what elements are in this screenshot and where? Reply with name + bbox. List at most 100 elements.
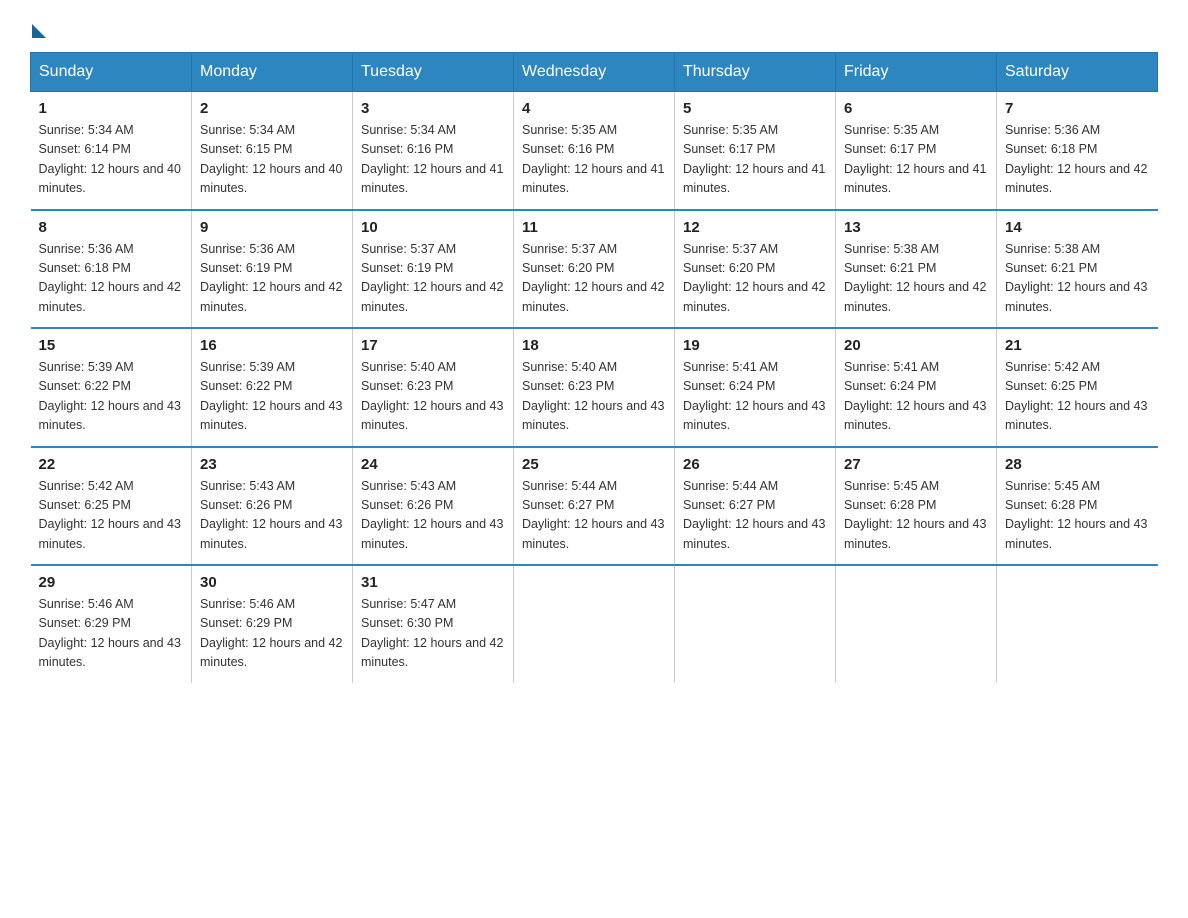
day-number: 3 [361,100,505,117]
calendar-week-4: 29 Sunrise: 5:46 AM Sunset: 6:29 PM Dayl… [31,565,1158,683]
header-row: SundayMondayTuesdayWednesdayThursdayFrid… [31,53,1158,92]
day-info: Sunrise: 5:44 AM Sunset: 6:27 PM Dayligh… [522,477,666,555]
calendar-cell: 21 Sunrise: 5:42 AM Sunset: 6:25 PM Dayl… [997,328,1158,447]
day-info: Sunrise: 5:37 AM Sunset: 6:20 PM Dayligh… [522,240,666,318]
day-info: Sunrise: 5:43 AM Sunset: 6:26 PM Dayligh… [361,477,505,555]
calendar-body: 1 Sunrise: 5:34 AM Sunset: 6:14 PM Dayli… [31,92,1158,683]
day-number: 26 [683,456,827,473]
day-info: Sunrise: 5:34 AM Sunset: 6:16 PM Dayligh… [361,121,505,199]
day-info: Sunrise: 5:40 AM Sunset: 6:23 PM Dayligh… [522,358,666,436]
calendar-cell: 9 Sunrise: 5:36 AM Sunset: 6:19 PM Dayli… [192,210,353,329]
calendar-cell: 12 Sunrise: 5:37 AM Sunset: 6:20 PM Dayl… [675,210,836,329]
calendar-week-3: 22 Sunrise: 5:42 AM Sunset: 6:25 PM Dayl… [31,447,1158,566]
calendar-cell: 10 Sunrise: 5:37 AM Sunset: 6:19 PM Dayl… [353,210,514,329]
day-info: Sunrise: 5:37 AM Sunset: 6:20 PM Dayligh… [683,240,827,318]
logo-arrow-icon [32,24,46,38]
calendar-cell: 31 Sunrise: 5:47 AM Sunset: 6:30 PM Dayl… [353,565,514,683]
day-info: Sunrise: 5:45 AM Sunset: 6:28 PM Dayligh… [844,477,988,555]
header-day-sunday: Sunday [31,53,192,92]
calendar-table: SundayMondayTuesdayWednesdayThursdayFrid… [30,52,1158,683]
calendar-cell: 14 Sunrise: 5:38 AM Sunset: 6:21 PM Dayl… [997,210,1158,329]
day-number: 6 [844,100,988,117]
day-number: 13 [844,219,988,236]
day-info: Sunrise: 5:38 AM Sunset: 6:21 PM Dayligh… [1005,240,1150,318]
calendar-cell: 6 Sunrise: 5:35 AM Sunset: 6:17 PM Dayli… [836,92,997,210]
calendar-cell: 23 Sunrise: 5:43 AM Sunset: 6:26 PM Dayl… [192,447,353,566]
calendar-cell: 19 Sunrise: 5:41 AM Sunset: 6:24 PM Dayl… [675,328,836,447]
day-info: Sunrise: 5:35 AM Sunset: 6:17 PM Dayligh… [683,121,827,199]
day-info: Sunrise: 5:34 AM Sunset: 6:14 PM Dayligh… [39,121,184,199]
calendar-week-0: 1 Sunrise: 5:34 AM Sunset: 6:14 PM Dayli… [31,92,1158,210]
day-info: Sunrise: 5:39 AM Sunset: 6:22 PM Dayligh… [200,358,344,436]
day-number: 14 [1005,219,1150,236]
header-day-friday: Friday [836,53,997,92]
day-info: Sunrise: 5:43 AM Sunset: 6:26 PM Dayligh… [200,477,344,555]
calendar-cell: 27 Sunrise: 5:45 AM Sunset: 6:28 PM Dayl… [836,447,997,566]
day-info: Sunrise: 5:34 AM Sunset: 6:15 PM Dayligh… [200,121,344,199]
day-info: Sunrise: 5:42 AM Sunset: 6:25 PM Dayligh… [1005,358,1150,436]
calendar-cell: 24 Sunrise: 5:43 AM Sunset: 6:26 PM Dayl… [353,447,514,566]
calendar-cell: 3 Sunrise: 5:34 AM Sunset: 6:16 PM Dayli… [353,92,514,210]
calendar-cell: 28 Sunrise: 5:45 AM Sunset: 6:28 PM Dayl… [997,447,1158,566]
day-info: Sunrise: 5:39 AM Sunset: 6:22 PM Dayligh… [39,358,184,436]
calendar-cell: 8 Sunrise: 5:36 AM Sunset: 6:18 PM Dayli… [31,210,192,329]
calendar-cell: 11 Sunrise: 5:37 AM Sunset: 6:20 PM Dayl… [514,210,675,329]
day-number: 22 [39,456,184,473]
calendar-cell: 18 Sunrise: 5:40 AM Sunset: 6:23 PM Dayl… [514,328,675,447]
day-number: 27 [844,456,988,473]
calendar-header: SundayMondayTuesdayWednesdayThursdayFrid… [31,53,1158,92]
calendar-week-1: 8 Sunrise: 5:36 AM Sunset: 6:18 PM Dayli… [31,210,1158,329]
day-info: Sunrise: 5:35 AM Sunset: 6:17 PM Dayligh… [844,121,988,199]
day-number: 24 [361,456,505,473]
day-number: 17 [361,337,505,354]
day-number: 31 [361,574,505,591]
calendar-week-2: 15 Sunrise: 5:39 AM Sunset: 6:22 PM Dayl… [31,328,1158,447]
page-header [30,20,1158,34]
day-number: 2 [200,100,344,117]
day-info: Sunrise: 5:42 AM Sunset: 6:25 PM Dayligh… [39,477,184,555]
calendar-cell: 29 Sunrise: 5:46 AM Sunset: 6:29 PM Dayl… [31,565,192,683]
day-number: 18 [522,337,666,354]
day-info: Sunrise: 5:45 AM Sunset: 6:28 PM Dayligh… [1005,477,1150,555]
logo [30,20,46,34]
day-number: 21 [1005,337,1150,354]
calendar-cell [836,565,997,683]
calendar-cell: 15 Sunrise: 5:39 AM Sunset: 6:22 PM Dayl… [31,328,192,447]
calendar-cell: 1 Sunrise: 5:34 AM Sunset: 6:14 PM Dayli… [31,92,192,210]
day-info: Sunrise: 5:35 AM Sunset: 6:16 PM Dayligh… [522,121,666,199]
day-number: 8 [39,219,184,236]
day-info: Sunrise: 5:36 AM Sunset: 6:18 PM Dayligh… [39,240,184,318]
calendar-cell: 2 Sunrise: 5:34 AM Sunset: 6:15 PM Dayli… [192,92,353,210]
day-info: Sunrise: 5:46 AM Sunset: 6:29 PM Dayligh… [39,595,184,673]
calendar-cell: 13 Sunrise: 5:38 AM Sunset: 6:21 PM Dayl… [836,210,997,329]
day-number: 25 [522,456,666,473]
calendar-cell: 4 Sunrise: 5:35 AM Sunset: 6:16 PM Dayli… [514,92,675,210]
calendar-cell: 16 Sunrise: 5:39 AM Sunset: 6:22 PM Dayl… [192,328,353,447]
day-info: Sunrise: 5:41 AM Sunset: 6:24 PM Dayligh… [844,358,988,436]
header-day-wednesday: Wednesday [514,53,675,92]
day-number: 1 [39,100,184,117]
day-info: Sunrise: 5:44 AM Sunset: 6:27 PM Dayligh… [683,477,827,555]
calendar-cell: 26 Sunrise: 5:44 AM Sunset: 6:27 PM Dayl… [675,447,836,566]
calendar-cell: 20 Sunrise: 5:41 AM Sunset: 6:24 PM Dayl… [836,328,997,447]
calendar-cell [997,565,1158,683]
day-number: 19 [683,337,827,354]
calendar-cell: 30 Sunrise: 5:46 AM Sunset: 6:29 PM Dayl… [192,565,353,683]
day-info: Sunrise: 5:46 AM Sunset: 6:29 PM Dayligh… [200,595,344,673]
header-day-monday: Monday [192,53,353,92]
day-info: Sunrise: 5:47 AM Sunset: 6:30 PM Dayligh… [361,595,505,673]
day-number: 9 [200,219,344,236]
calendar-cell [514,565,675,683]
day-number: 20 [844,337,988,354]
calendar-cell: 22 Sunrise: 5:42 AM Sunset: 6:25 PM Dayl… [31,447,192,566]
header-day-tuesday: Tuesday [353,53,514,92]
calendar-cell: 5 Sunrise: 5:35 AM Sunset: 6:17 PM Dayli… [675,92,836,210]
calendar-cell [675,565,836,683]
day-info: Sunrise: 5:38 AM Sunset: 6:21 PM Dayligh… [844,240,988,318]
day-info: Sunrise: 5:36 AM Sunset: 6:18 PM Dayligh… [1005,121,1150,199]
day-number: 28 [1005,456,1150,473]
day-number: 29 [39,574,184,591]
header-day-thursday: Thursday [675,53,836,92]
day-info: Sunrise: 5:41 AM Sunset: 6:24 PM Dayligh… [683,358,827,436]
day-number: 12 [683,219,827,236]
